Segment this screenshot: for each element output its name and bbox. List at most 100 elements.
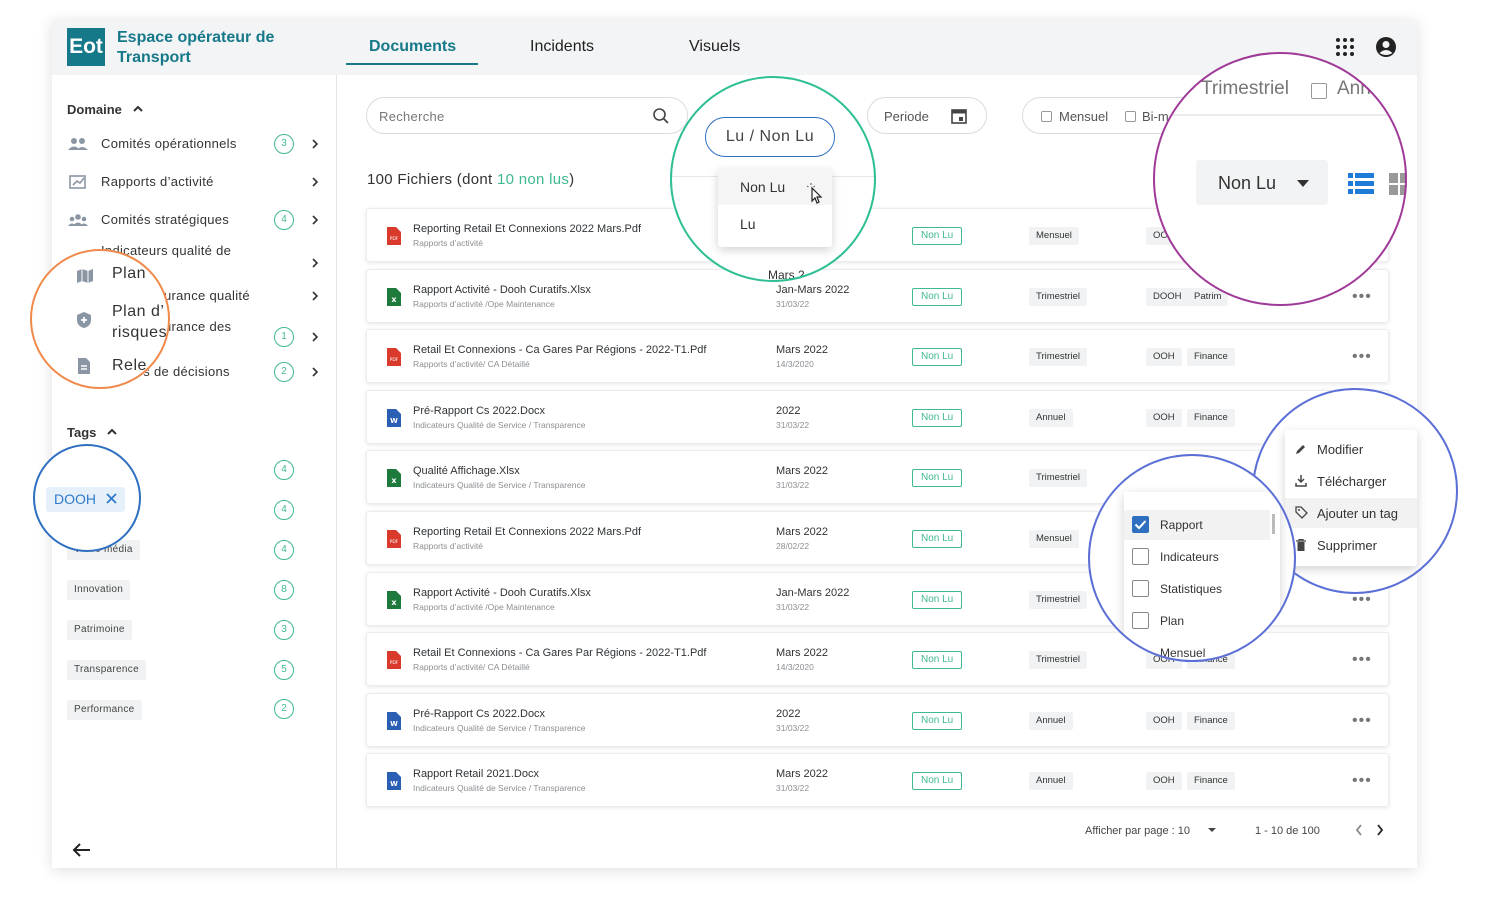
tab-documents[interactable]: Documents [369, 38, 456, 56]
file-path: Indicateurs Qualité de Service / Transpa… [413, 419, 586, 430]
file-name[interactable]: Reporting Retail Et Connexions 2022 Mars… [413, 223, 641, 235]
sidebar-item-rapports-activite[interactable]: Rapports d’activité [67, 170, 322, 194]
row-tag[interactable]: Finance [1187, 348, 1235, 367]
scrollbar-thumb[interactable] [1272, 514, 1275, 534]
rows-per-page[interactable]: Afficher par page : 10 [1085, 825, 1217, 837]
prev-page-icon[interactable] [1354, 823, 1364, 837]
read-status-badge[interactable]: Non Lu [912, 530, 963, 548]
grid-view-icon[interactable] [1389, 173, 1407, 195]
svg-text:PDF: PDF [390, 357, 399, 363]
row-tag[interactable]: OOH [1146, 772, 1182, 791]
read-status-badge[interactable]: Non Lu [912, 408, 963, 427]
row-tag[interactable]: OOH [1146, 711, 1182, 730]
domain-heading[interactable]: Domaine [67, 102, 144, 117]
more-actions-icon[interactable]: ••• [1352, 288, 1372, 306]
account-icon[interactable] [1375, 36, 1397, 58]
frequency-badge: Trimestriel [1029, 590, 1087, 609]
file-period: Mars 2022 [776, 465, 828, 478]
tag-chip-performance[interactable]: Performance [67, 700, 142, 720]
file-name[interactable]: Reporting Retail Et Connexions 2022 Mars… [413, 526, 641, 538]
menu-item-label: Télécharger [1317, 474, 1387, 489]
file-name[interactable]: Rapport Activité - Dooh Curatifs.Xlsx [413, 284, 591, 296]
tag-option-indicateurs[interactable]: Indicateurs [1124, 542, 1270, 572]
tag-option-statistiques[interactable]: Statistiques [1124, 574, 1270, 604]
next-page-icon[interactable] [1375, 823, 1385, 837]
tag-chip-patrimoine[interactable]: Patrimoine [67, 620, 132, 640]
read-status-badge[interactable]: Non Lu [912, 287, 963, 306]
list-view-icon[interactable] [1348, 173, 1374, 195]
file-date: 14/3/2020 [776, 662, 814, 673]
zoom-lens-sidebar: Plan Plan d’ risques Rele [30, 249, 170, 389]
shield-icon [77, 312, 91, 328]
chevron-right-icon [312, 291, 319, 301]
tags-heading[interactable]: Tags [67, 425, 118, 440]
status-dropdown[interactable]: Non Lu [1196, 160, 1328, 205]
menu-item-telecharger[interactable]: Télécharger [1285, 466, 1417, 496]
more-actions-icon[interactable]: ••• [1352, 348, 1372, 366]
row-tag[interactable]: OOH [1146, 348, 1182, 367]
more-actions-icon[interactable]: ••• [1352, 772, 1372, 790]
read-filter-button[interactable]: Lu / Non Lu [705, 117, 835, 157]
more-actions-icon[interactable]: ••• [1352, 651, 1372, 669]
read-status-badge[interactable]: Non Lu [912, 711, 963, 730]
file-date: 31/03/22 [776, 601, 810, 612]
word-file-icon: W [387, 408, 401, 427]
file-name[interactable]: Retail Et Connexions - Ca Gares Par Régi… [413, 647, 706, 659]
row-tag[interactable]: DOOH [1146, 287, 1189, 306]
search-icon[interactable] [652, 107, 670, 125]
sidebar-item-comites-strategiques[interactable]: Comités stratégiques 4 [67, 208, 322, 232]
row-tag[interactable]: Finance [1187, 772, 1235, 791]
excel-file-icon: x [387, 590, 401, 609]
collapse-arrow-icon[interactable] [72, 842, 92, 858]
selected-tag-chip[interactable]: DOOH [46, 487, 125, 512]
file-row[interactable]: W Pré-Rapport Cs 2022.Docx Indicateurs Qua… [366, 389, 1389, 444]
file-name[interactable]: Qualité Affichage.Xlsx [413, 465, 520, 477]
selected-tag-label: DOOH [54, 491, 96, 507]
more-actions-icon[interactable]: ••• [1352, 712, 1372, 730]
menu-option-lu[interactable]: Lu [718, 207, 832, 243]
mensuel-checkbox[interactable] [1041, 111, 1052, 122]
menu-item-ajouter-tag[interactable]: Ajouter un tag [1285, 498, 1417, 528]
read-status-badge[interactable]: Non Lu [912, 590, 963, 609]
row-tag[interactable]: Finance [1187, 711, 1235, 730]
read-status-badge[interactable]: Non Lu [912, 348, 963, 367]
file-name[interactable]: Rapport Activité - Dooh Curatifs.Xlsx [413, 587, 591, 599]
read-status-badge[interactable]: Non Lu [912, 469, 963, 488]
file-row[interactable]: W Pré-Rapport Cs 2022.Docx Indicateurs Qua… [366, 692, 1389, 747]
tag-chip-transparence[interactable]: Transparence [67, 660, 146, 680]
search-input[interactable]: Recherche [366, 97, 688, 134]
tag-chip-innovation[interactable]: Innovation [67, 580, 131, 600]
read-status-badge[interactable]: Non Lu [912, 651, 963, 670]
tag-option-rapport[interactable]: Rapport [1124, 510, 1270, 540]
file-row[interactable]: PDF Retail Et Connexions - Ca Gares Par R… [366, 329, 1389, 384]
apps-grid-icon[interactable] [1334, 36, 1356, 58]
close-icon[interactable] [106, 493, 117, 504]
period-picker[interactable]: Periode [867, 97, 987, 134]
read-status-badge[interactable]: Non Lu [912, 772, 963, 791]
tab-incidents[interactable]: Incidents [530, 38, 594, 56]
chevron-right-icon [312, 215, 319, 225]
pdf-file-icon: PDF [387, 530, 401, 548]
file-name[interactable]: Retail Et Connexions - Ca Gares Par Régi… [413, 344, 706, 356]
row-tag[interactable]: OOH [1146, 408, 1182, 427]
file-row[interactable]: W Rapport Retail 2021.Docx Indicateurs Qua… [366, 753, 1389, 808]
row-tag[interactable]: Finance [1187, 408, 1235, 427]
file-period: 2022 [776, 707, 801, 720]
menu-item-modifier[interactable]: Modifier [1285, 434, 1417, 464]
file-name[interactable]: Pré-Rapport Cs 2022.Docx [413, 405, 545, 417]
sidebar-item-comites-operationnels[interactable]: Comités opérationnels 3 [67, 132, 322, 156]
bimensuel-checkbox[interactable] [1125, 111, 1136, 122]
file-name[interactable]: Pré-Rapport Cs 2022.Docx [413, 708, 545, 720]
tag-count-badge: 4 [274, 500, 294, 520]
file-name[interactable]: Rapport Retail 2021.Docx [413, 768, 539, 780]
read-status-badge[interactable]: Non Lu [912, 227, 963, 245]
app-logo[interactable]: Eot [67, 28, 105, 66]
tab-visuels[interactable]: Visuels [689, 38, 740, 56]
tag-option-plan[interactable]: Plan [1124, 606, 1270, 636]
unread-count[interactable]: 10 non lus [497, 171, 569, 188]
menu-item-supprimer[interactable]: Supprimer [1285, 530, 1417, 560]
trimestriel-label: Trimestriel [1201, 78, 1289, 99]
word-file-icon: W [387, 711, 401, 730]
file-date: 31/03/22 [776, 298, 810, 309]
annuel-checkbox[interactable] [1311, 83, 1327, 99]
